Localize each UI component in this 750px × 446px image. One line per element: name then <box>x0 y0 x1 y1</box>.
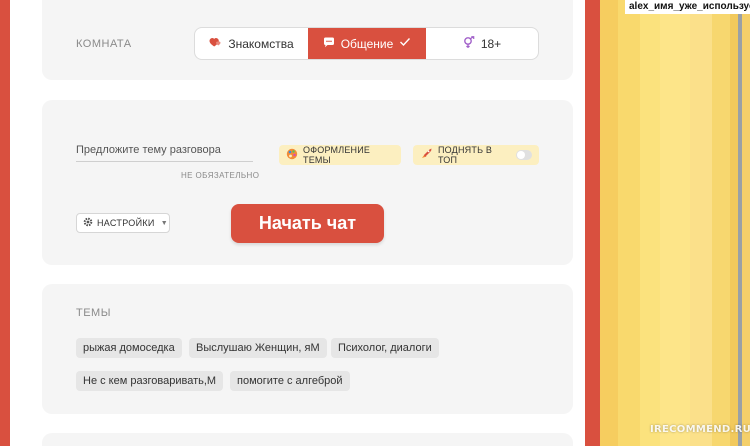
raise-to-top-label: ПОДНЯТЬ В ТОП <box>438 145 493 165</box>
side-panel <box>600 0 750 446</box>
rocket-icon <box>420 148 433 163</box>
hearts-icon <box>209 37 222 51</box>
check-icon <box>399 37 411 50</box>
next-card <box>42 433 573 446</box>
chevron-down-icon: ▼ <box>160 219 168 227</box>
room-option-adult[interactable]: 18+ <box>426 28 538 59</box>
topic-tag[interactable]: рыжая домоседка <box>76 338 182 358</box>
topic-tag[interactable]: Выслушаю Женщин, яМ <box>189 338 327 358</box>
start-chat-button[interactable]: Начать чат <box>231 204 384 243</box>
topic-tag[interactable]: помогите с алгеброй <box>230 371 350 391</box>
raise-to-top-button[interactable]: ПОДНЯТЬ В ТОП <box>413 145 539 165</box>
room-option-dating[interactable]: Знакомства <box>195 28 308 59</box>
room-option-label: Знакомства <box>228 36 294 51</box>
topic-tag[interactable]: Не с кем разговаривать,М <box>76 371 224 391</box>
gender-icon <box>463 35 475 52</box>
topic-input[interactable]: Предложите тему разговора <box>76 144 253 162</box>
theme-design-label: ОФОРМЛЕНИЕ ТЕМЫ <box>303 145 371 165</box>
room-option-label: Общение <box>340 36 394 51</box>
right-border <box>585 0 600 446</box>
gear-icon <box>83 217 93 230</box>
chat-start-card: Предложите тему разговора НЕ ОБЯЗАТЕЛЬНО… <box>42 100 573 265</box>
room-segmented-control: Знакомства Общение 18+ <box>194 27 539 60</box>
settings-dropdown[interactable]: НАСТРОЙКИ ▼ <box>76 213 170 233</box>
theme-design-button[interactable]: ОФОРМЛЕНИЕ ТЕМЫ <box>279 145 401 165</box>
palette-icon <box>286 148 298 163</box>
settings-label: НАСТРОЙКИ <box>97 218 155 228</box>
chat-bubble-icon <box>323 37 335 51</box>
topic-tag[interactable]: Психолог, диалоги <box>331 338 439 358</box>
topics-card: ТЕМЫ рыжая домоседка Выслушаю Женщин, яМ… <box>42 284 573 414</box>
room-option-label: 18+ <box>480 36 502 51</box>
watermark: IRECOMMEND.RU <box>650 424 750 435</box>
room-option-chat[interactable]: Общение <box>308 28 426 59</box>
username-taken-message: alex_имя_уже_используется <box>625 0 750 14</box>
topic-optional-hint: НЕ ОБЯЗАТЕЛЬНО <box>181 171 260 180</box>
main-panel: КОМНАТА Знакомства Общение 18+ Предложит… <box>10 0 585 446</box>
topics-label: ТЕМЫ <box>76 307 111 319</box>
room-card: КОМНАТА Знакомства Общение 18+ <box>42 0 573 80</box>
room-label: КОМНАТА <box>76 38 132 50</box>
raise-to-top-toggle[interactable] <box>515 150 532 160</box>
